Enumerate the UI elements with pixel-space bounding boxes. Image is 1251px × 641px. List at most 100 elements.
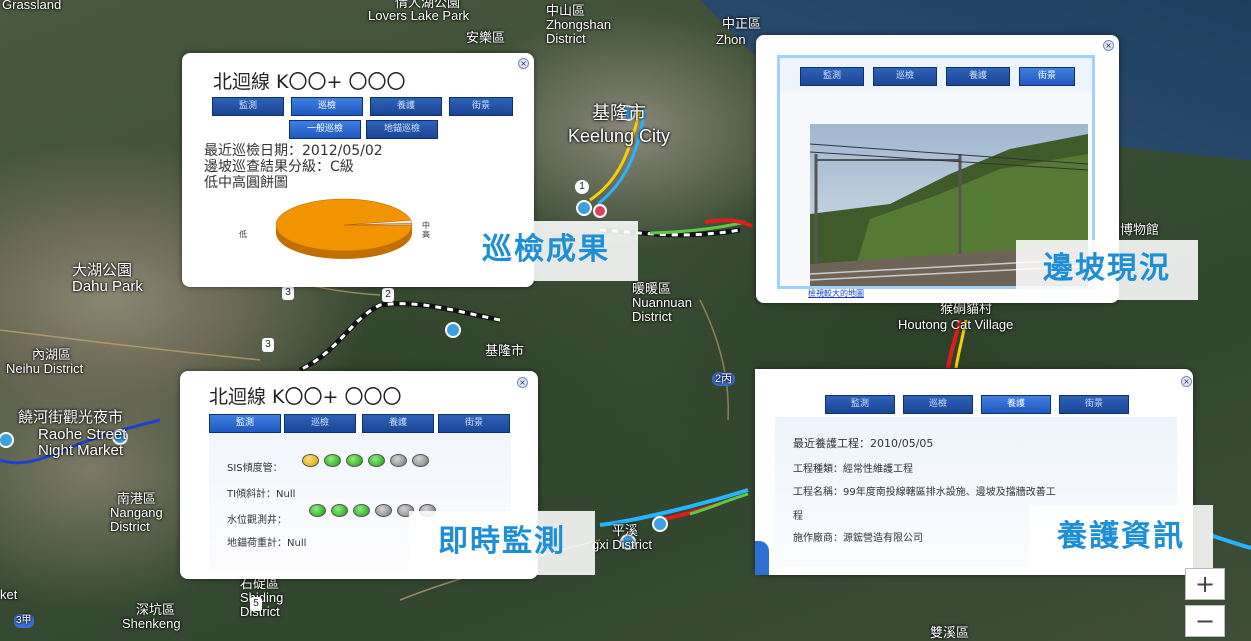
map-label-keelung-zh: 基隆市 [592, 103, 646, 123]
tab-monitor[interactable]: 監測 [800, 67, 864, 86]
tab-patrol[interactable]: 巡檢 [291, 97, 363, 116]
status-dot-gray [375, 504, 392, 517]
nuannuan-en: Nuannuan [632, 295, 692, 310]
pie-chart [275, 198, 413, 259]
zhongshan-en: Zhongshan [546, 17, 612, 32]
side-handle[interactable] [755, 541, 769, 575]
road-shield-1: 1 [575, 180, 589, 194]
status-dot-yellow [302, 454, 319, 467]
tab-monitor[interactable]: 監測 [209, 414, 281, 433]
tab-maintenance[interactable]: 養護 [946, 67, 1010, 86]
status-dot-green [309, 504, 326, 517]
map-label-shuangxi: 雙溪區 [930, 625, 970, 640]
route-shield-2: 2丙 [712, 372, 736, 386]
tab-patrol[interactable]: 巡檢 [284, 414, 356, 433]
map-label-raohe-zh: 饒河街觀光夜市 [18, 409, 124, 426]
project-name: 工程名稱：99年度南投線轄區排水設施、邊坡及擋牆改善工 [793, 487, 1056, 498]
map-label-nuannuan: 暖暖區 Nuannuan District [632, 282, 692, 324]
tab-maintenance[interactable]: 養護 [362, 414, 434, 433]
dahu-en: Dahu Park [72, 278, 143, 295]
pie-label-midhigh: 中高 [422, 221, 430, 239]
map-label-pingxi-en: gxi District [592, 537, 652, 552]
zoom-in-button[interactable]: + [1185, 568, 1225, 600]
tab-patrol[interactable]: 巡檢 [873, 67, 937, 86]
nuannuan-zh: 暖暖區 [632, 281, 672, 296]
tab-maintenance[interactable]: 養護 [981, 395, 1051, 414]
caption-patrol-results: 巡檢成果 [454, 221, 638, 281]
nangang-district: District [110, 519, 150, 534]
route-east-cyan [1209, 533, 1251, 550]
status-dot-green [331, 504, 348, 517]
map-label-dahu: 大湖公園 Dahu Park [72, 263, 143, 295]
close-icon[interactable]: × [517, 377, 528, 388]
road-4 [699, 299, 730, 421]
zoom-out-button[interactable]: − [1185, 605, 1225, 637]
status-dot-green [368, 454, 385, 467]
nuannuan-district: District [632, 309, 672, 324]
map-label-keelung-en: Keelung City [568, 126, 671, 146]
map-label-anle: 安樂區 [466, 30, 506, 45]
subtab-anchor-patrol[interactable]: 地錨巡檢 [366, 120, 438, 139]
nangang-zh: 南港區 [116, 491, 156, 506]
map-label-zhongshan: 中山區 Zhongshan District [546, 4, 611, 46]
nangang-en: Nangang [110, 505, 163, 520]
subtab-general-patrol[interactable]: 一般巡檢 [289, 120, 361, 139]
dahu-zh: 大湖公園 [72, 262, 133, 279]
anchor-load-label: 地錨荷重計：Null [227, 538, 307, 549]
tab-monitor[interactable]: 監測 [212, 97, 284, 116]
view-larger-map-link[interactable]: 檢視較大的地圖 [808, 288, 864, 299]
route-south-cyan [599, 488, 749, 527]
map-label-houtong-en: Houtong Cat Village [898, 317, 1014, 332]
map-label-ket: ket [0, 587, 18, 602]
map-label-shenkeng-en: Shenkeng [122, 616, 181, 631]
status-dot-green [346, 454, 363, 467]
map-label-shenkeng-zh: 深坑區 [136, 602, 176, 617]
tab-monitor[interactable]: 監測 [825, 395, 895, 414]
road-shield-3b: 3 [262, 338, 274, 352]
zhongshan-district: District [546, 31, 586, 46]
tab-patrol[interactable]: 巡檢 [903, 395, 973, 414]
map-label-lovers-lake-en: Lovers Lake Park [368, 8, 470, 23]
map-label-neihu-zh: 內湖區 [32, 347, 72, 362]
road-shield-3a: 3甲 [14, 614, 34, 628]
tab-streetview[interactable]: 街景 [438, 414, 510, 433]
station-marker [576, 200, 592, 216]
status-dot-green [324, 454, 341, 467]
map-label-raohe-en2: Night Market [38, 442, 124, 459]
station-marker [0, 432, 14, 448]
map-label-keelung-small: 基隆市 [485, 343, 525, 358]
close-icon[interactable]: × [1181, 376, 1192, 387]
water-well-label: 水位觀測井： [227, 515, 287, 526]
status-dot-gray [412, 454, 429, 467]
pie-chart-title: 低中高圓餅圖 [204, 175, 288, 191]
last-maintenance-date: 最近養護工程：2010/05/05 [793, 437, 934, 450]
contractor: 施作廠商：源鋐營造有限公司 [793, 533, 923, 544]
zhongshan-zh: 中山區 [546, 3, 586, 18]
shiding-zh: 石碇區 [240, 576, 280, 591]
tab-streetview[interactable]: 街景 [1019, 67, 1075, 86]
popup-title: 北迴線 K〇〇+ 〇〇〇 [209, 386, 402, 408]
project-type: 工程種類：經常性維護工程 [793, 464, 913, 475]
map-label-museum: 博物館 [1120, 222, 1160, 237]
status-dot-green [353, 504, 370, 517]
tab-streetview[interactable]: 街景 [1059, 395, 1129, 414]
close-icon[interactable]: × [518, 58, 529, 69]
station-marker [652, 516, 668, 532]
status-dot-gray [390, 454, 407, 467]
caption-realtime-monitoring: 即時監測 [409, 511, 595, 575]
map-label-grassland: Grassland [2, 0, 62, 12]
tab-maintenance[interactable]: 養護 [370, 97, 442, 116]
map-label-pingxi: 平溪 [612, 523, 639, 538]
road-shield-2: 2 [382, 288, 394, 302]
tab-streetview[interactable]: 街景 [449, 97, 513, 116]
close-icon[interactable]: × [1103, 40, 1114, 51]
station-marker [445, 322, 461, 338]
map-label-nangang: 南港區 Nangang District [110, 492, 163, 534]
caption-maintenance-info: 養護資訊 [1029, 505, 1213, 571]
pie-label-low: 低 [239, 230, 247, 239]
station-marker [593, 204, 607, 218]
map-label-zhongzheng-en: Zhon [716, 32, 746, 47]
ti-tiltmeter-label: TI傾斜計：Null [227, 489, 296, 500]
rail-line-west [298, 301, 501, 373]
map-label-neihu-en: Neihu District [6, 361, 84, 376]
